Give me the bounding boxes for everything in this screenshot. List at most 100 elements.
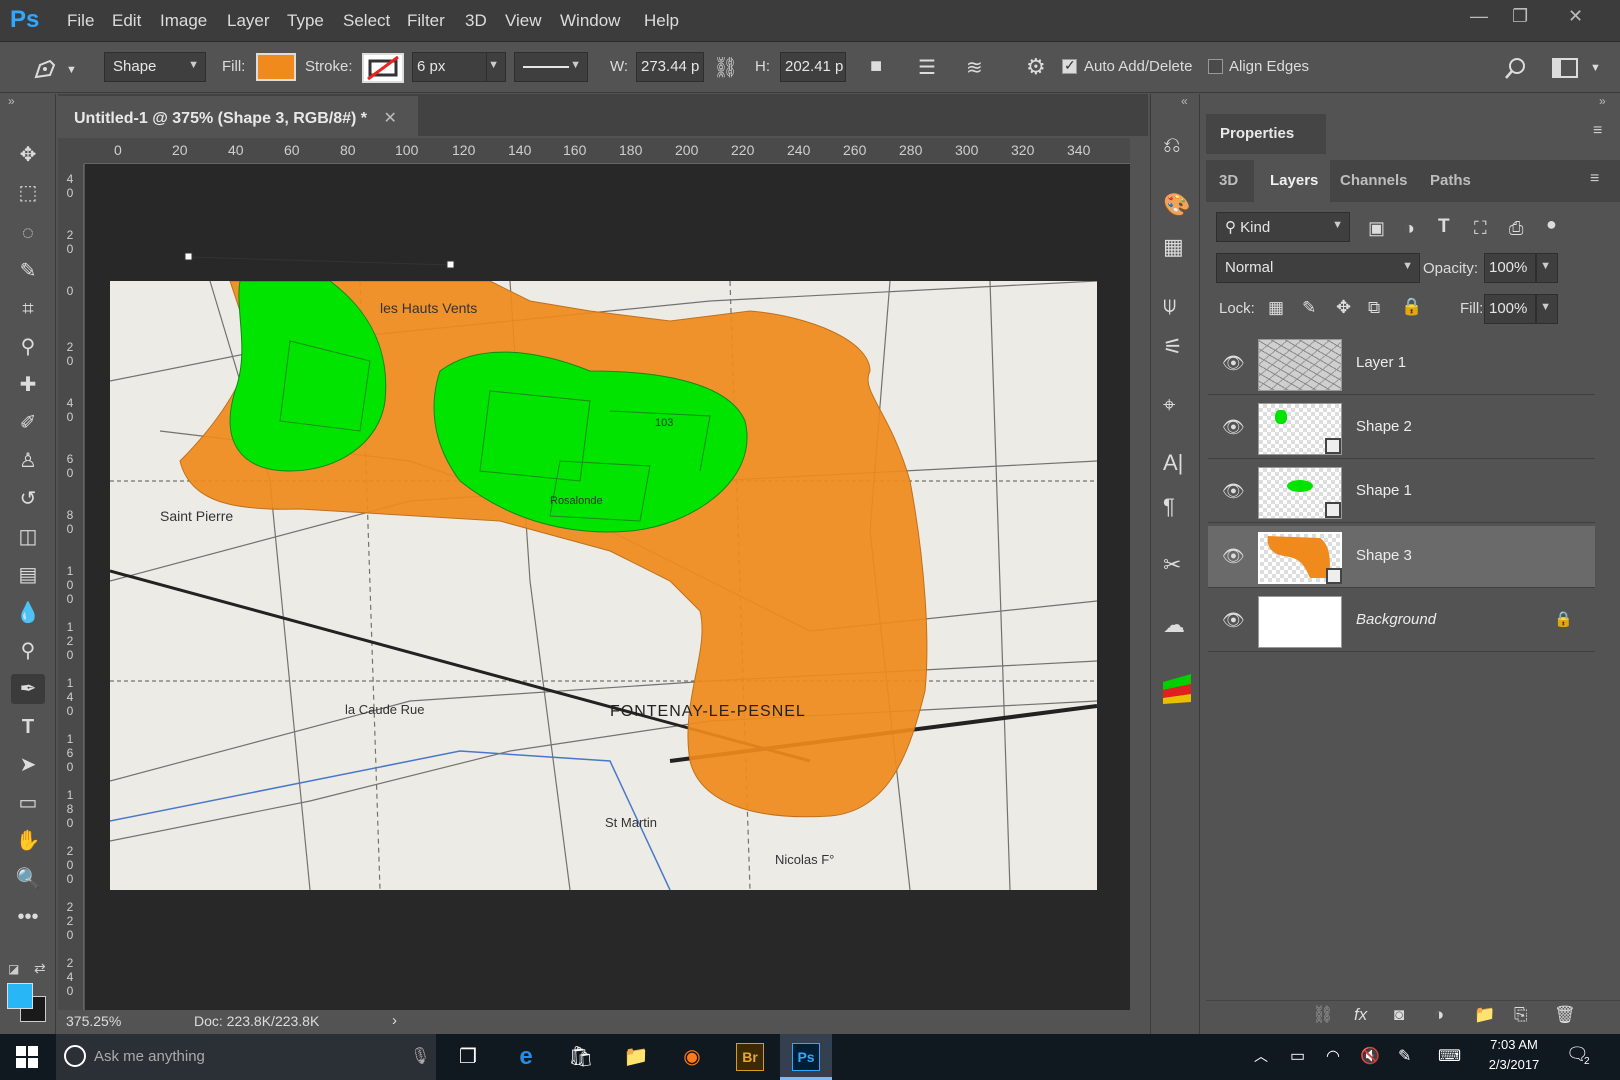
menu-type[interactable]: Type	[287, 11, 324, 31]
chevron-up-icon[interactable]: ︿	[1254, 1046, 1268, 1066]
menu-window[interactable]: Window	[560, 11, 620, 31]
path-selection-icon[interactable]: ➤	[11, 750, 45, 780]
eye-icon[interactable]: 👁	[1222, 610, 1245, 631]
chevron-right-icon[interactable]: ›	[392, 1012, 397, 1029]
fill-field[interactable]: 100%	[1484, 294, 1536, 324]
brush-presets-icon[interactable]: ⍦	[1163, 292, 1176, 318]
collapse-icon[interactable]: »	[8, 94, 15, 108]
image-filter-icon[interactable]: ▣	[1368, 218, 1385, 239]
taskbar-photoshop-active[interactable]: Ps	[780, 1034, 832, 1080]
new-adjustment-icon[interactable]: ◑	[1434, 1005, 1444, 1025]
pen-tool-icon[interactable]	[30, 55, 60, 83]
stroke-size-dropdown[interactable]: ▼	[486, 52, 506, 82]
type-tool-icon[interactable]: T	[11, 712, 45, 742]
collapse-icon[interactable]: «	[1181, 94, 1188, 108]
rectangle-tool-icon[interactable]: ▭	[11, 788, 45, 818]
layer-row[interactable]: 👁 Layer 1	[1208, 333, 1595, 395]
height-field[interactable]: 202.41 p	[780, 52, 846, 82]
blend-mode-dropdown[interactable]: Normal ▼	[1216, 253, 1420, 283]
lock-artboard-icon[interactable]: ⧉	[1368, 298, 1380, 318]
adjustments-icon[interactable]: ⚟	[1163, 334, 1183, 360]
restore-icon[interactable]: ❐	[1512, 6, 1528, 27]
healing-brush-icon[interactable]: ✚	[11, 370, 45, 400]
menu-edit[interactable]: Edit	[112, 11, 141, 31]
chevron-down-icon[interactable]: ▼	[1590, 62, 1601, 74]
link-icon[interactable]: ⛓	[713, 55, 738, 80]
path-alignment-icon[interactable]: ☰	[918, 55, 936, 80]
menu-image[interactable]: Image	[160, 11, 207, 31]
new-layer-icon[interactable]: ⎘	[1514, 1005, 1528, 1025]
tab-channels[interactable]: Channels	[1340, 172, 1408, 189]
clone-stamp-icon[interactable]: ♙	[11, 446, 45, 476]
menu-filter[interactable]: Filter	[407, 11, 445, 31]
document-tab[interactable]: Untitled-1 @ 375% (Shape 3, RGB/8#) * ✕	[58, 96, 418, 136]
firefox-icon[interactable]: ◉	[676, 1043, 708, 1071]
smart-object-filter-icon[interactable]: ⎙	[1509, 218, 1523, 239]
mode-dropdown[interactable]: Shape ▼	[104, 52, 206, 82]
windows-start-icon[interactable]	[16, 1046, 38, 1068]
move-tool-icon[interactable]: ✥	[11, 140, 45, 170]
quick-selection-icon[interactable]: ✎	[11, 256, 45, 286]
search-icon[interactable]	[1504, 56, 1528, 80]
task-view-icon[interactable]: ❐	[452, 1043, 484, 1071]
auto-add-delete-checkbox[interactable]	[1062, 57, 1077, 74]
lock-pixels-icon[interactable]: ✎	[1302, 298, 1316, 318]
link-layers-icon[interactable]: ⛓	[1312, 1005, 1334, 1025]
edge-icon[interactable]: e	[510, 1043, 542, 1071]
add-mask-icon[interactable]: ◙	[1394, 1005, 1404, 1025]
lock-all-icon[interactable]: 🔒	[1401, 297, 1422, 317]
zoom-tool-icon[interactable]: 🔍	[11, 864, 45, 894]
lock-transparency-icon[interactable]: ▦	[1268, 298, 1284, 318]
clone-source-icon[interactable]: ⌖	[1163, 392, 1175, 418]
align-edges-checkbox[interactable]	[1208, 59, 1223, 74]
more-tools-icon[interactable]: •••	[11, 902, 45, 932]
cortana-search-box[interactable]: Ask me anything 🎙	[56, 1034, 436, 1080]
map-image[interactable]: les Hauts Vents Saint Pierre FONTENAY-LE…	[110, 281, 1097, 890]
color-palette-icon[interactable]: 🎨	[1163, 192, 1190, 218]
workspace-icon[interactable]	[1552, 58, 1578, 78]
path-arrangement-icon[interactable]: ≋	[966, 55, 983, 80]
character-icon[interactable]: A|	[1163, 450, 1183, 476]
fx-icon[interactable]: fx	[1354, 1005, 1367, 1025]
close-icon[interactable]: ✕	[1568, 6, 1583, 27]
pen-icon[interactable]: ✎	[1398, 1046, 1411, 1066]
width-field[interactable]: 273.44 p	[636, 52, 704, 82]
tab-layers[interactable]: Layers	[1270, 172, 1318, 189]
close-icon[interactable]: ✕	[383, 110, 396, 127]
history-brush-icon[interactable]: ↺	[11, 484, 45, 514]
tab-paths[interactable]: Paths	[1430, 172, 1471, 189]
lasso-tool-icon[interactable]: ◌	[11, 218, 45, 248]
wifi-icon[interactable]: ◠	[1326, 1046, 1340, 1066]
default-colors-icon[interactable]: ◪	[8, 962, 19, 976]
clock-date[interactable]: 2/3/2017	[1482, 1057, 1546, 1072]
layer-row[interactable]: 👁 Shape 2	[1208, 397, 1595, 459]
crop-tool-icon[interactable]: ⌗	[11, 294, 45, 324]
layer-row[interactable]: 👁 Shape 3	[1208, 526, 1595, 588]
eraser-icon[interactable]: ◫	[11, 522, 45, 552]
lock-position-icon[interactable]: ✥	[1336, 297, 1351, 318]
menu-help[interactable]: Help	[644, 11, 679, 31]
path-operations-icon[interactable]: ■	[870, 55, 882, 78]
eyedropper-icon[interactable]: ⚲	[11, 332, 45, 362]
stroke-swatch[interactable]	[362, 53, 404, 83]
battery-icon[interactable]: ▭	[1290, 1046, 1305, 1066]
anchor-point[interactable]	[184, 252, 193, 261]
eye-icon[interactable]: 👁	[1222, 417, 1245, 438]
opacity-field[interactable]: 100%	[1484, 253, 1536, 283]
chevron-down-icon[interactable]: ▼	[66, 64, 77, 76]
filter-kind-dropdown[interactable]: ⚲ Kind ▼	[1216, 212, 1350, 242]
layer-row[interactable]: 👁 Background 🔒	[1208, 590, 1595, 652]
store-icon[interactable]: 🛍	[565, 1043, 597, 1071]
swap-colors-icon[interactable]: ⇄	[34, 960, 46, 977]
opacity-dropdown[interactable]: ▼	[1536, 253, 1558, 283]
blur-tool-icon[interactable]: 💧	[11, 598, 45, 628]
swatches-icon[interactable]: ▦	[1163, 234, 1184, 260]
plugin-icon[interactable]	[1161, 672, 1193, 704]
file-explorer-icon[interactable]: 📁	[620, 1043, 652, 1071]
marquee-tool-icon[interactable]: ⬚	[11, 178, 45, 208]
fill-swatch[interactable]	[256, 53, 296, 81]
menu-3d[interactable]: 3D	[465, 11, 487, 31]
dodge-tool-icon[interactable]: ⚲	[11, 636, 45, 666]
tab-3d[interactable]: 3D	[1219, 172, 1238, 189]
gradient-icon[interactable]: ▤	[11, 560, 45, 590]
